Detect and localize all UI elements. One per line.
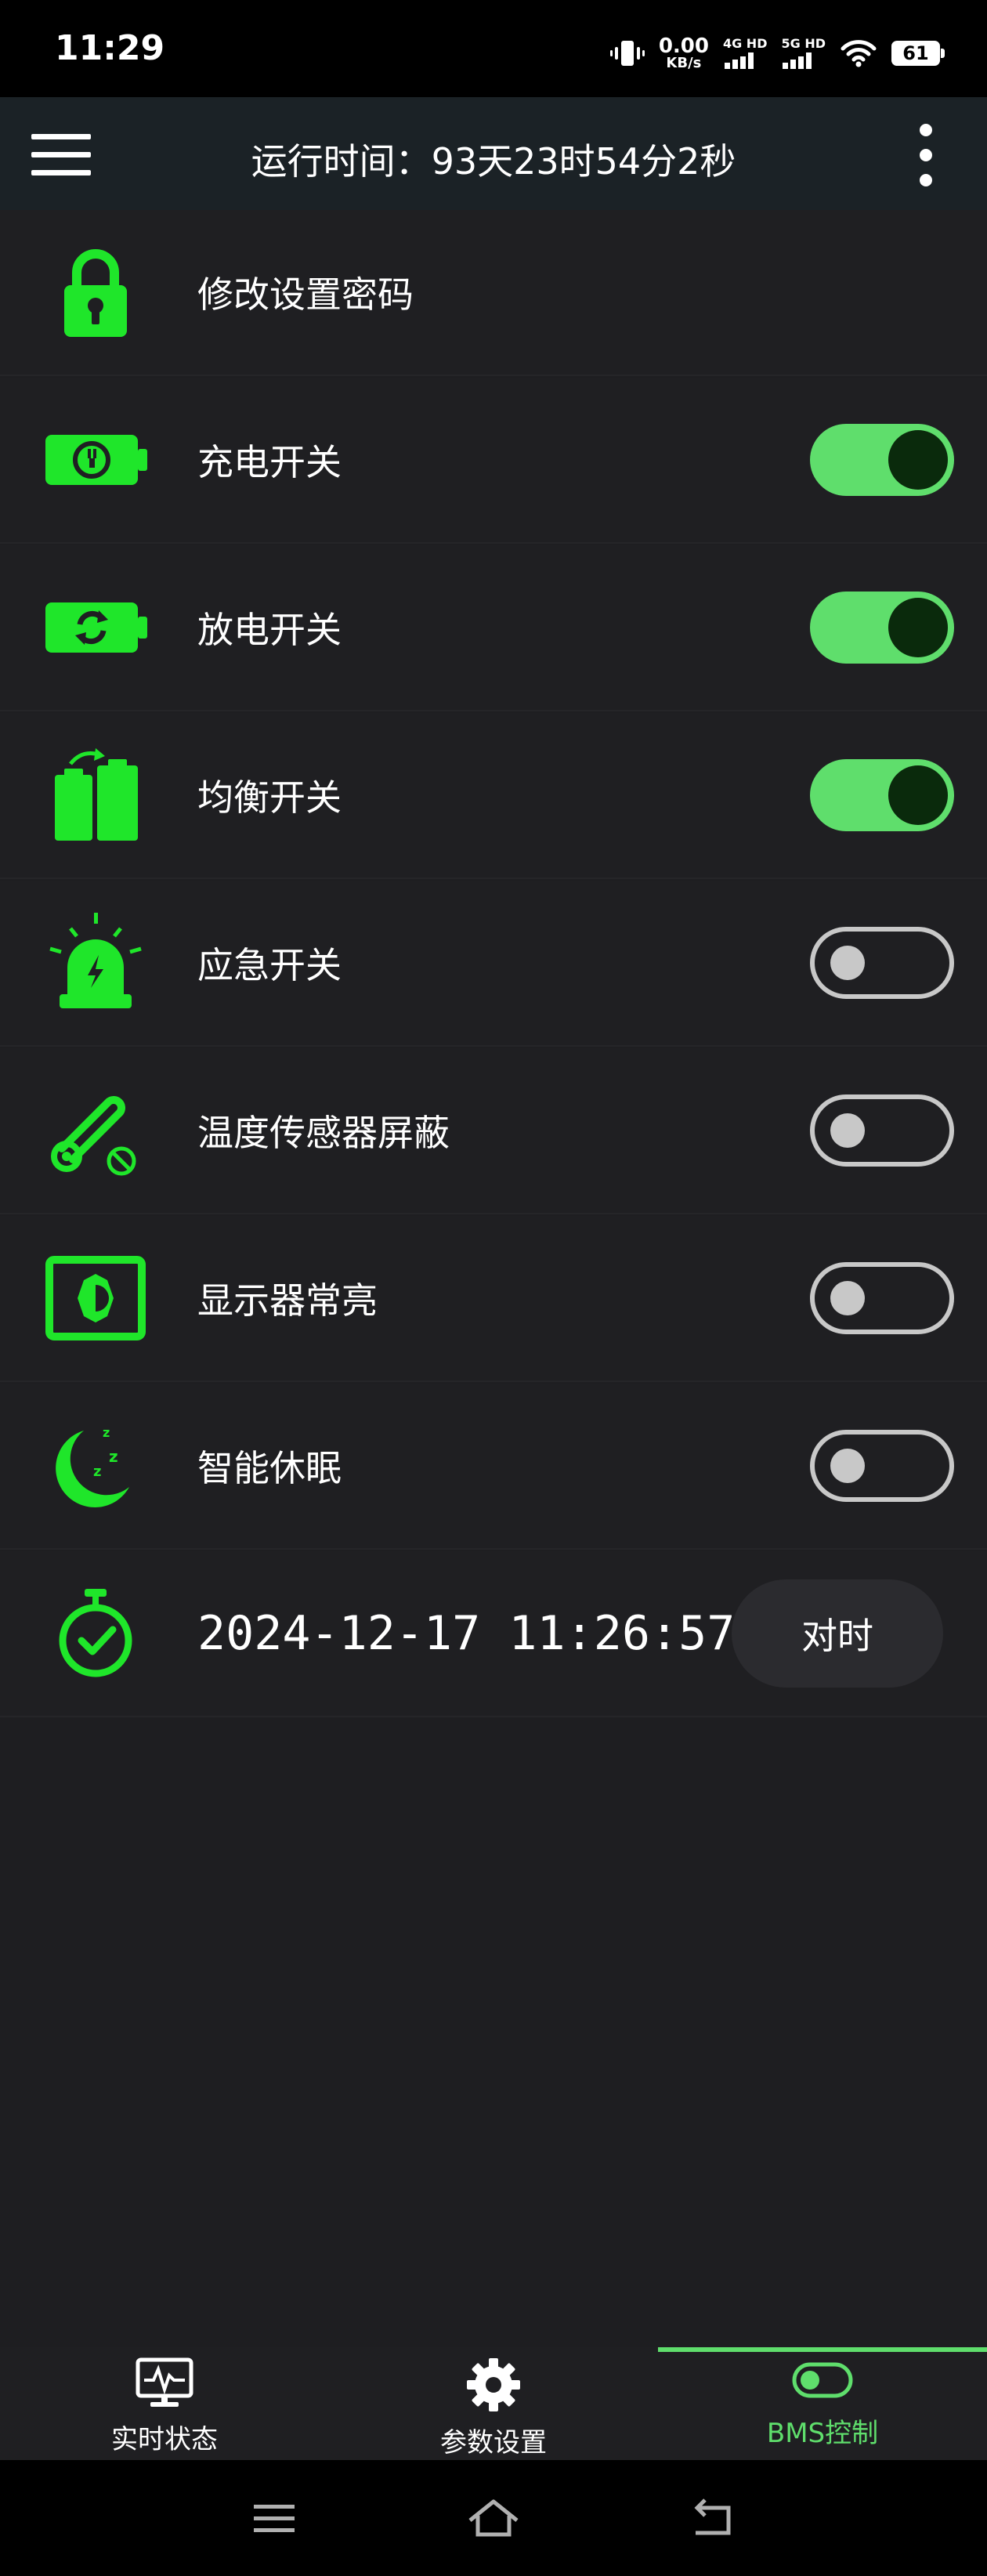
- smart-sleep-label: 智能休眠: [197, 1447, 342, 1489]
- app-bar: 运行时间：93天23时54分2秒: [0, 97, 987, 210]
- sim1-signal: 4G HD: [722, 36, 768, 69]
- nav-parameter-settings[interactable]: 参数设置: [329, 2347, 658, 2460]
- toggle-knob: [830, 1449, 865, 1483]
- charge-switch-label: 充电开关: [197, 441, 342, 483]
- sim2-signal: 5G HD: [781, 38, 826, 69]
- moon-sleep-icon: z z z: [41, 1411, 150, 1521]
- status-icons: 0.00 KB/s 4G HD 5G HD 61: [609, 30, 945, 77]
- smart-sleep-toggle[interactable]: [810, 1430, 954, 1502]
- bottom-nav: 实时状态 参数设置 BMS控制: [0, 2347, 987, 2460]
- toggle-knob: [888, 430, 948, 490]
- emergency-switch-label: 应急开关: [197, 944, 342, 986]
- balance-switch-row: 均衡开关: [0, 713, 987, 879]
- status-time: 11:29: [55, 28, 165, 68]
- menu-lines-icon: [254, 2505, 295, 2532]
- uptime-title: 运行时间：93天23时54分2秒: [251, 140, 736, 183]
- more-dot: [920, 174, 932, 186]
- net-speed-value: 0.00: [658, 34, 709, 59]
- net-speed: 0.00 KB/s: [658, 34, 709, 71]
- temp-sensor-mask-toggle[interactable]: [810, 1094, 954, 1167]
- toggle-knob: [830, 1113, 865, 1148]
- device-datetime: 2024-12-17 11:26:57: [197, 1606, 736, 1661]
- home-icon: [468, 2499, 519, 2537]
- battery-charge-icon: [41, 405, 150, 515]
- display-brightness-icon: [41, 1243, 150, 1353]
- stopwatch-check-icon: [41, 1579, 150, 1688]
- sim1-label: 4G HD: [722, 36, 768, 51]
- signal-bars-icon: [724, 52, 754, 69]
- display-always-on-row: 显示器常亮: [0, 1216, 987, 1382]
- emergency-toggle[interactable]: [810, 927, 954, 999]
- nav-realtime-status-label: 实时状态: [111, 2424, 218, 2455]
- monitor-icon: [135, 2357, 194, 2413]
- charge-toggle[interactable]: [810, 424, 954, 496]
- back-icon: [694, 2498, 731, 2535]
- back-button[interactable]: [682, 2491, 744, 2546]
- more-dot: [920, 149, 932, 161]
- discharge-toggle[interactable]: [810, 592, 954, 664]
- temp-sensor-mask-row: 温度传感器屏蔽: [0, 1048, 987, 1214]
- system-nav-bar: [0, 2460, 987, 2576]
- nav-bms-control[interactable]: BMS控制: [658, 2347, 987, 2460]
- change-password-row[interactable]: 修改设置密码: [0, 210, 987, 376]
- sim2-label: 5G HD: [781, 36, 826, 51]
- siren-icon: [41, 908, 150, 1018]
- battery-icon: 61: [891, 41, 945, 66]
- toggle-knob: [830, 946, 865, 980]
- display-always-on-toggle[interactable]: [810, 1262, 954, 1334]
- smart-sleep-row: z z z 智能休眠: [0, 1384, 987, 1550]
- battery-discharge-icon: [41, 573, 150, 682]
- nav-bms-control-label: BMS控制: [766, 2418, 879, 2449]
- balance-toggle[interactable]: [810, 759, 954, 831]
- thermometer-disabled-icon: [41, 1076, 150, 1185]
- nav-realtime-status[interactable]: 实时状态: [0, 2347, 329, 2460]
- sync-time-button[interactable]: 对时: [732, 1579, 943, 1688]
- wifi-icon: [840, 38, 877, 68]
- svg-text:z: z: [103, 1425, 110, 1440]
- time-sync-row: 2024-12-17 11:26:57 对时: [0, 1551, 987, 1717]
- balance-switch-label: 均衡开关: [197, 776, 342, 819]
- more-dot: [920, 124, 932, 136]
- svg-text:z: z: [93, 1463, 101, 1480]
- svg-text:z: z: [109, 1447, 118, 1466]
- signal-bars-icon: [783, 52, 812, 69]
- gear-icon: [465, 2357, 522, 2416]
- discharge-switch-label: 放电开关: [197, 609, 342, 651]
- vibrate-icon: [609, 38, 645, 69]
- toggle-knob: [830, 1281, 865, 1315]
- change-password-label: 修改设置密码: [197, 273, 414, 316]
- lock-icon: [41, 237, 150, 347]
- discharge-switch-row: 放电开关: [0, 545, 987, 711]
- battery-level: 61: [902, 42, 929, 64]
- emergency-switch-row: 应急开关: [0, 881, 987, 1047]
- charge-switch-row: 充电开关: [0, 378, 987, 544]
- net-speed-unit: KB/s: [666, 54, 702, 71]
- battery-balance-icon: [41, 740, 150, 850]
- status-bar: 11:29 0.00 KB/s 4G HD 5G HD 61: [0, 0, 987, 97]
- toggle-knob: [888, 765, 948, 825]
- nav-parameter-settings-label: 参数设置: [440, 2427, 547, 2458]
- toggle-icon: [791, 2357, 854, 2407]
- display-always-on-label: 显示器常亮: [197, 1279, 378, 1322]
- home-button[interactable]: [462, 2491, 525, 2546]
- temp-sensor-mask-label: 温度传感器屏蔽: [197, 1112, 450, 1154]
- more-options-button[interactable]: [912, 124, 940, 186]
- toggle-knob: [888, 598, 948, 657]
- recent-apps-button[interactable]: [243, 2491, 306, 2546]
